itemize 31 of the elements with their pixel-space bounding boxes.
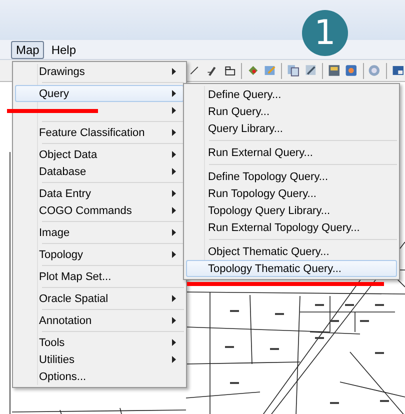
menu-title[interactable]: Help: [46, 40, 82, 58]
menu-item[interactable]: Options...: [15, 368, 184, 385]
menu-item[interactable]: Topology: [15, 246, 184, 263]
menu-item[interactable]: Utilities: [15, 351, 184, 368]
menu-item[interactable]: Run External Query...: [186, 144, 397, 161]
menu-item[interactable]: Run External Topology Query...: [186, 219, 397, 236]
menu-item[interactable]: Data Entry: [15, 185, 184, 202]
menu-item[interactable]: Image: [15, 224, 184, 241]
menu-title[interactable]: Map: [11, 40, 44, 58]
menu-item[interactable]: Feature Classification: [15, 124, 184, 141]
tool-icon[interactable]: [304, 63, 318, 78]
menu-item[interactable]: Plot Map Set...: [15, 268, 184, 285]
menu-item[interactable]: Query: [15, 85, 184, 102]
menu-item[interactable]: Topology Thematic Query...: [186, 260, 397, 277]
menu-item[interactable]: Annotation: [15, 312, 184, 329]
menu-item[interactable]: Query Library...: [186, 120, 397, 137]
menu-item[interactable]: Object Data: [15, 146, 184, 163]
menu-item[interactable]: Define Topology Query...: [186, 168, 397, 185]
menu-item[interactable]: Run Query...: [186, 103, 397, 120]
tool-icon[interactable]: [286, 63, 301, 78]
menu-item[interactable]: Object Thematic Query...: [186, 243, 397, 260]
menu-item[interactable]: Define Query...: [186, 86, 397, 103]
tool-icon[interactable]: [326, 63, 342, 78]
tool-icon[interactable]: [344, 63, 359, 78]
menu-item[interactable]: Topology Query Library...: [186, 202, 397, 219]
tool-icon[interactable]: [390, 63, 405, 78]
menu-item[interactable]: Oracle Spatial: [15, 290, 184, 307]
menu-item[interactable]: COGO Commands: [15, 202, 184, 219]
menu-item[interactable]: Database: [15, 163, 184, 180]
menu-item[interactable]: Run Topology Query...: [186, 185, 397, 202]
menu-item[interactable]: Tools: [15, 334, 184, 351]
